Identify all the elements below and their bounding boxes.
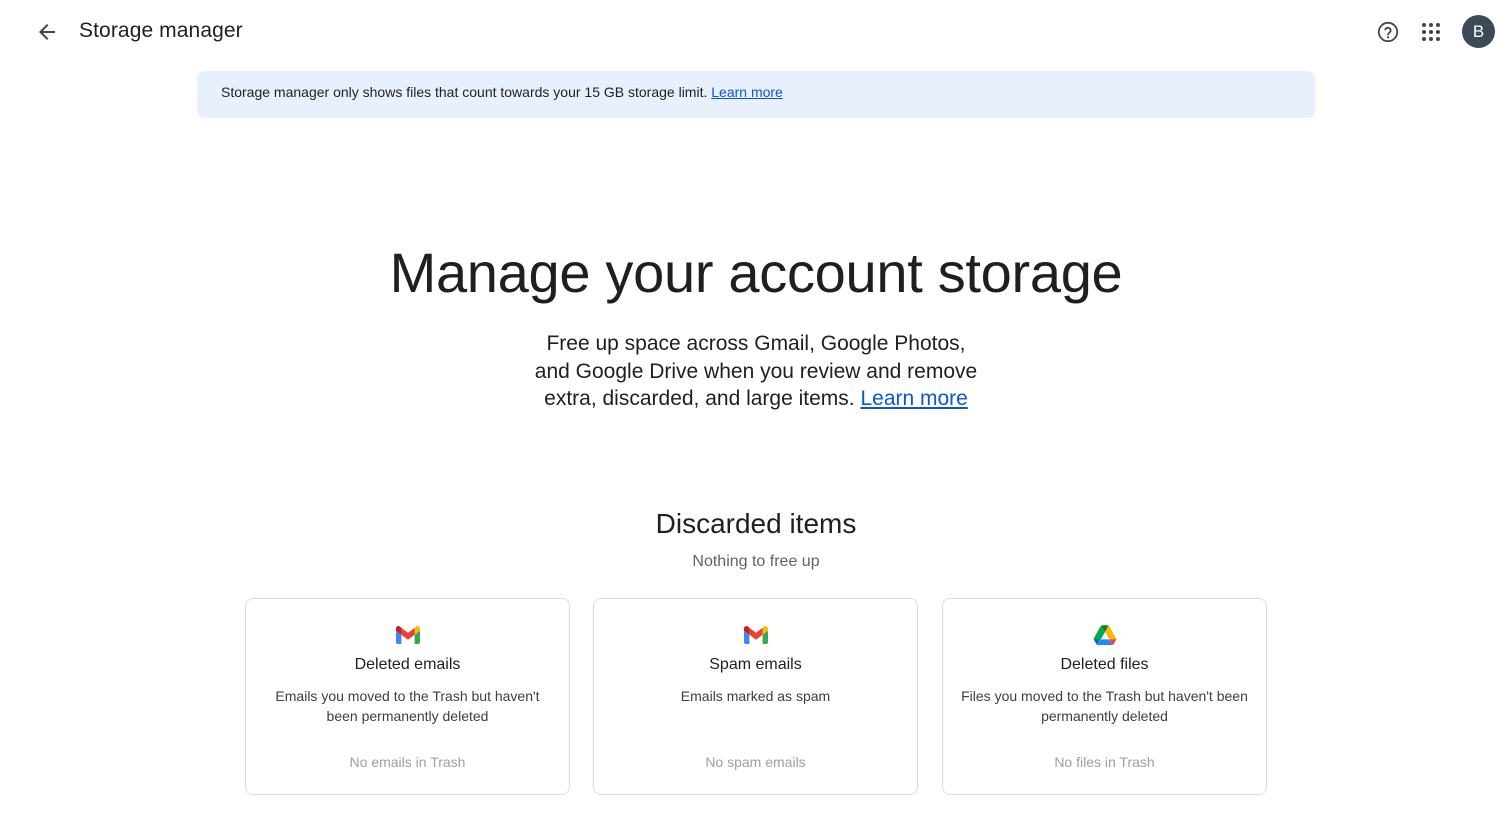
- deleted-files-card[interactable]: Deleted files Files you moved to the Tra…: [942, 598, 1267, 795]
- page-title: Storage manager: [79, 19, 243, 42]
- deleted-emails-card[interactable]: Deleted emails Emails you moved to the T…: [245, 598, 570, 795]
- card-status: No spam emails: [705, 754, 806, 770]
- hero-line-2: and Google Drive when you review and rem…: [534, 359, 978, 383]
- spam-emails-card[interactable]: Spam emails Emails marked as spam No spa…: [593, 598, 918, 795]
- card-title: Spam emails: [709, 656, 802, 673]
- gmail-icon: [744, 626, 768, 644]
- storage-limit-notice: Storage manager only shows files that co…: [197, 71, 1315, 118]
- hero-line-3: extra, discarded, and large items.: [544, 387, 861, 410]
- card-status: No emails in Trash: [349, 754, 466, 770]
- hero-learn-more-link[interactable]: Learn more: [860, 387, 967, 410]
- hero-title: Manage your account storage: [389, 241, 1123, 304]
- card-description: Emails you moved to the Trash but haven'…: [275, 688, 540, 724]
- card-title: Deleted files: [1060, 656, 1149, 673]
- notice-text: Storage manager only shows files that co…: [221, 84, 712, 100]
- apps-grid-icon: [1422, 23, 1440, 41]
- back-arrow-icon: [39, 24, 55, 40]
- hero-line-1: Free up space across Gmail, Google Photo…: [546, 332, 966, 355]
- top-bar: Storage manager B: [0, 0, 1512, 64]
- hero-description: Free up space across Gmail, Google Photo…: [456, 330, 1056, 413]
- apps-button[interactable]: [1411, 12, 1451, 52]
- help-icon: [1377, 21, 1399, 43]
- card-status: No files in Trash: [1054, 754, 1155, 770]
- notice-learn-more-link[interactable]: Learn more: [711, 84, 783, 100]
- discarded-items-subtitle: Nothing to free up: [692, 553, 820, 570]
- card-title: Deleted emails: [354, 656, 461, 673]
- card-description: Emails marked as spam: [680, 688, 831, 704]
- card-description: Files you moved to the Trash but haven't…: [961, 688, 1248, 724]
- account-avatar[interactable]: B: [1462, 15, 1495, 48]
- back-button[interactable]: [27, 12, 67, 52]
- google-drive-icon: [1093, 625, 1117, 645]
- help-button[interactable]: [1368, 12, 1408, 52]
- discarded-items-title: Discarded items: [655, 508, 857, 539]
- gmail-icon: [396, 626, 420, 644]
